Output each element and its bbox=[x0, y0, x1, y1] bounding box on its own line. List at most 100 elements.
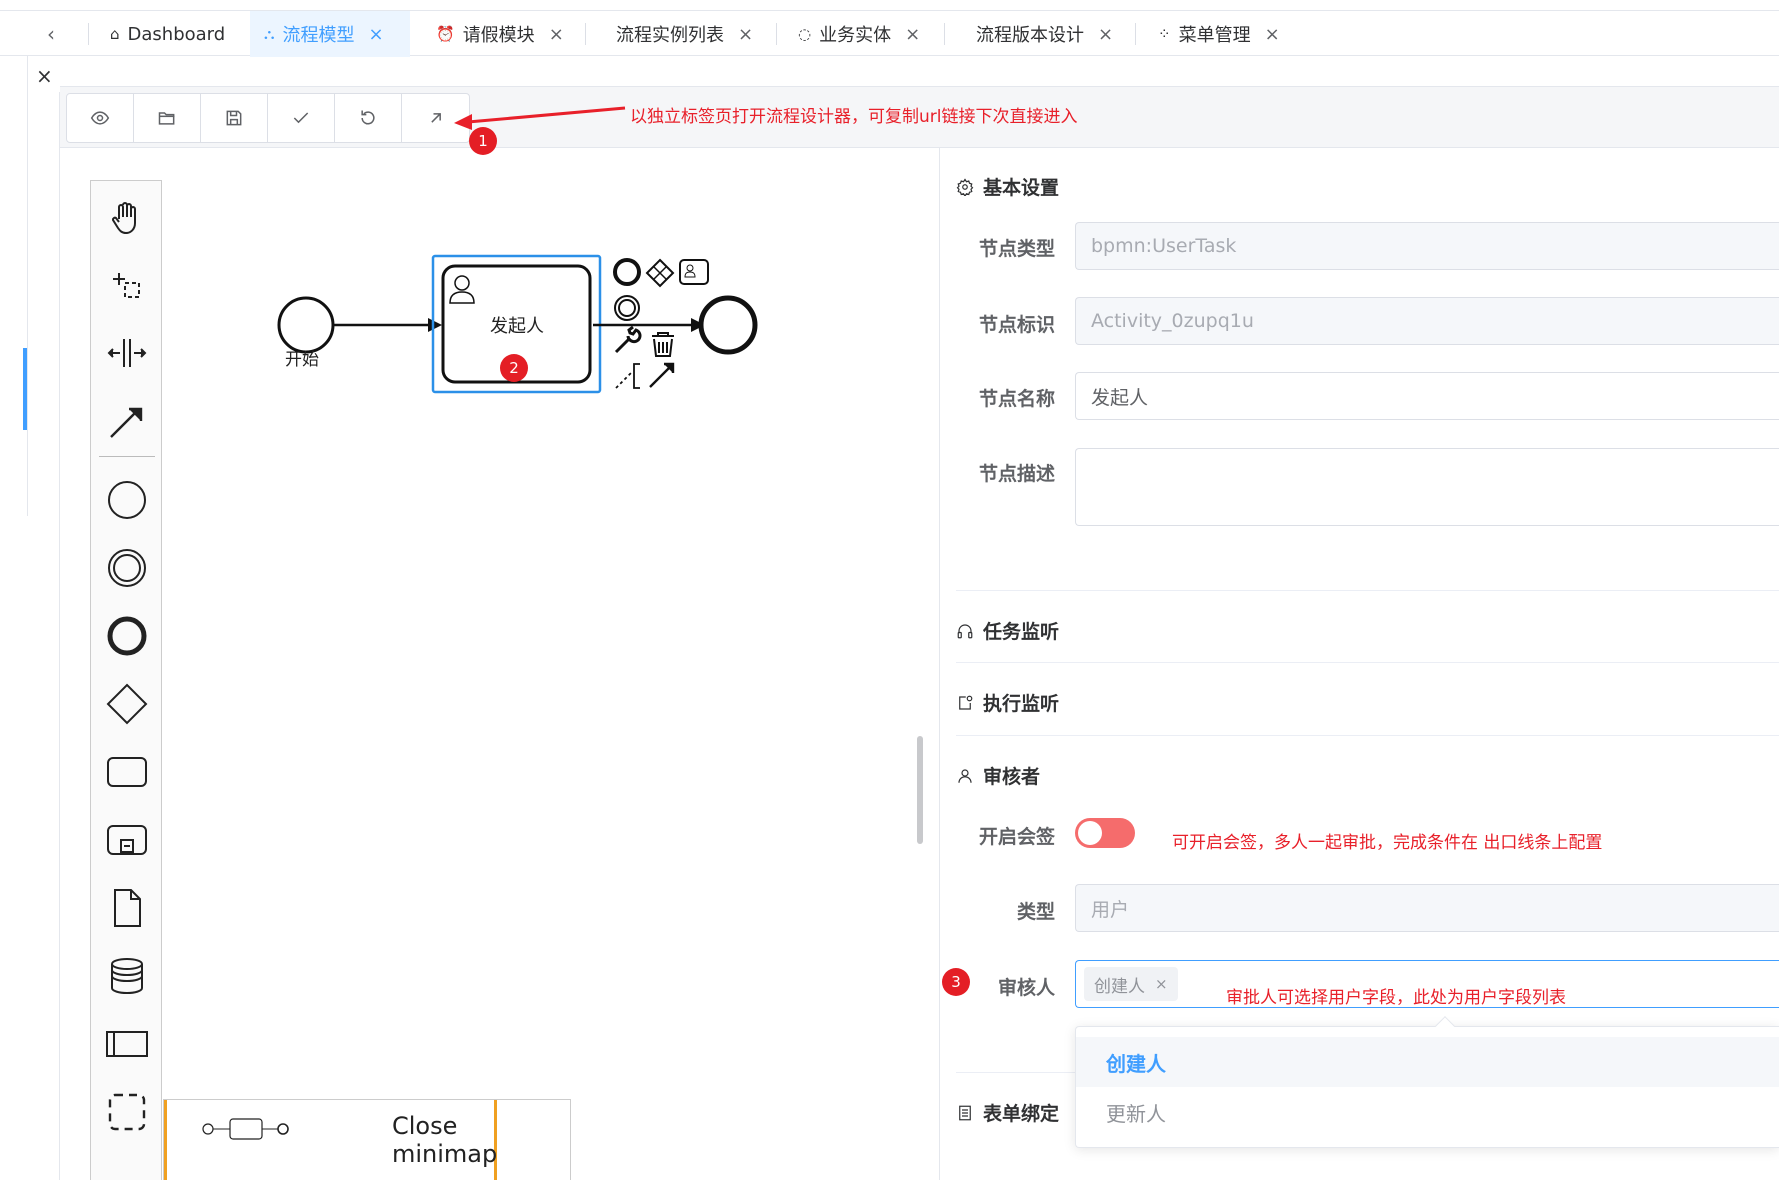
wrench-icon[interactable] bbox=[614, 325, 642, 354]
check-icon bbox=[293, 112, 309, 124]
hand-icon bbox=[112, 202, 136, 235]
sequence-flow-arrowhead bbox=[428, 318, 442, 332]
tab-bar: ‹ ⌂ Dashboard ⛬ 流程模型 × ⏰ 请假模块 × 流程实例列表 ×… bbox=[0, 10, 1779, 57]
space-tool[interactable] bbox=[91, 323, 163, 383]
tab-label: 流程版本设计 bbox=[976, 25, 1084, 46]
tab-close-icon[interactable]: × bbox=[1098, 24, 1113, 45]
node-desc-label: 节点描述 bbox=[978, 463, 1055, 485]
section-divider bbox=[956, 590, 1779, 591]
node-type-input[interactable]: bpmn:UserTask bbox=[1075, 222, 1779, 270]
tabs-scroll-left-button[interactable]: ‹ bbox=[28, 11, 74, 57]
tab-separator bbox=[1135, 23, 1136, 45]
tag-close-icon[interactable]: × bbox=[1155, 975, 1168, 993]
tab-label: 流程模型 bbox=[282, 25, 355, 46]
pool-icon bbox=[106, 1031, 148, 1057]
approver-label: 审核人 bbox=[997, 977, 1055, 999]
start-event-tool[interactable] bbox=[91, 470, 163, 530]
tab-leave-module[interactable]: ⏰ 请假模块 × bbox=[422, 11, 578, 57]
section-reviewer[interactable]: 审核者 bbox=[956, 762, 1040, 789]
section-form-binding[interactable]: 表单绑定 bbox=[956, 1099, 1059, 1126]
dropdown-option[interactable]: 创建人 bbox=[1076, 1037, 1779, 1087]
rounded-rect-icon bbox=[107, 757, 147, 787]
section-task-listener[interactable]: 任务监听 bbox=[956, 617, 1059, 644]
section-divider bbox=[956, 735, 1779, 736]
tab-business-entity[interactable]: ◌ 业务实体 × bbox=[784, 11, 934, 57]
type-select[interactable]: 用户 bbox=[1075, 884, 1779, 932]
tab-close-icon[interactable]: × bbox=[549, 24, 564, 45]
append-gateway-icon[interactable] bbox=[645, 258, 675, 288]
append-end-event-icon[interactable] bbox=[613, 258, 641, 286]
undo-button[interactable] bbox=[335, 94, 402, 142]
gateway-tool[interactable] bbox=[91, 674, 163, 734]
connect-arrow-icon[interactable] bbox=[649, 362, 675, 388]
eye-icon bbox=[90, 111, 110, 125]
tab-process-version-design[interactable]: 流程版本设计 × bbox=[962, 11, 1127, 57]
node-type-label: 节点类型 bbox=[978, 238, 1055, 260]
tab-menu-management[interactable]: ⁘ 菜单管理 × bbox=[1144, 11, 1294, 57]
trash-icon[interactable] bbox=[652, 332, 674, 357]
section-basic-settings[interactable]: 基本设置 bbox=[956, 173, 1059, 200]
annotation-arrow-1 bbox=[454, 106, 626, 130]
document-icon bbox=[114, 889, 141, 927]
approver-tag: 创建人 × bbox=[1084, 967, 1178, 1001]
preview-button[interactable] bbox=[67, 94, 134, 142]
gear-icon bbox=[956, 177, 974, 197]
canvas-scrollbar[interactable] bbox=[917, 736, 923, 844]
apple-icon: ◌ bbox=[798, 25, 812, 43]
tab-process-model[interactable]: ⛬ 流程模型 × bbox=[250, 11, 410, 57]
tab-close-icon[interactable]: × bbox=[905, 24, 920, 45]
flow-icon: ⛬ bbox=[264, 25, 275, 43]
properties-panel-border bbox=[939, 148, 940, 1180]
section-exec-listener[interactable]: 执行监听 bbox=[956, 689, 1059, 716]
bpmn-palette bbox=[90, 180, 162, 1180]
close-minimap-link[interactable]: Close minimap bbox=[392, 1112, 570, 1168]
diamond-icon bbox=[106, 683, 148, 725]
tab-separator bbox=[944, 23, 945, 45]
hand-tool[interactable] bbox=[91, 187, 163, 247]
intermediate-event-tool[interactable] bbox=[91, 538, 163, 598]
side-divider bbox=[27, 56, 28, 516]
append-task-icon[interactable] bbox=[679, 259, 709, 285]
validate-button[interactable] bbox=[268, 94, 335, 142]
node-name-input[interactable]: 发起人 bbox=[1075, 372, 1779, 420]
data-store-tool[interactable] bbox=[91, 946, 163, 1006]
node-id-input[interactable]: Activity_0zupq1u bbox=[1075, 297, 1779, 345]
end-event[interactable] bbox=[698, 295, 758, 355]
edit-box-icon bbox=[956, 694, 974, 712]
home-icon: ⌂ bbox=[110, 25, 120, 43]
end-event-tool[interactable] bbox=[91, 606, 163, 666]
connect-tool[interactable] bbox=[91, 391, 163, 451]
append-intermediate-event-icon[interactable] bbox=[614, 295, 640, 321]
chevron-left-icon: ‹ bbox=[47, 22, 55, 46]
group-tool[interactable] bbox=[91, 1082, 163, 1142]
space-icon bbox=[107, 339, 147, 367]
section-divider bbox=[956, 662, 1779, 663]
undo-icon bbox=[361, 110, 375, 125]
annotation-multi-sign-note: 可开启会签，多人一起审批，完成条件在 出口线条上配置 bbox=[1172, 833, 1603, 853]
external-open-icon bbox=[430, 113, 441, 123]
tab-process-instance-list[interactable]: 流程实例列表 × bbox=[602, 11, 767, 57]
subprocess-tool[interactable] bbox=[91, 810, 163, 870]
save-button[interactable] bbox=[201, 94, 268, 142]
task-tool[interactable] bbox=[91, 742, 163, 802]
multi-sign-switch[interactable] bbox=[1075, 818, 1135, 848]
tab-close-icon[interactable]: × bbox=[1265, 24, 1280, 45]
close-icon[interactable]: × bbox=[36, 64, 53, 88]
dropdown-option[interactable]: 更新人 bbox=[1076, 1087, 1779, 1137]
minimap[interactable]: Close minimap bbox=[163, 1099, 571, 1180]
pool-tool[interactable] bbox=[91, 1014, 163, 1074]
headset-icon bbox=[956, 622, 974, 640]
annotation-badge-1: 1 bbox=[469, 127, 497, 155]
text-annotation-icon[interactable] bbox=[615, 363, 640, 389]
lasso-tool[interactable] bbox=[91, 255, 163, 315]
node-desc-textarea[interactable] bbox=[1075, 448, 1779, 526]
start-event[interactable] bbox=[277, 296, 335, 354]
multi-sign-label: 开启会签 bbox=[978, 826, 1055, 848]
lasso-icon bbox=[113, 273, 140, 298]
data-object-tool[interactable] bbox=[91, 878, 163, 938]
tab-close-icon[interactable]: × bbox=[369, 24, 384, 45]
open-file-button[interactable] bbox=[134, 94, 201, 142]
tab-dashboard[interactable]: ⌂ Dashboard bbox=[96, 11, 239, 57]
arrow-connect-icon bbox=[110, 407, 143, 438]
tab-close-icon[interactable]: × bbox=[738, 24, 753, 45]
